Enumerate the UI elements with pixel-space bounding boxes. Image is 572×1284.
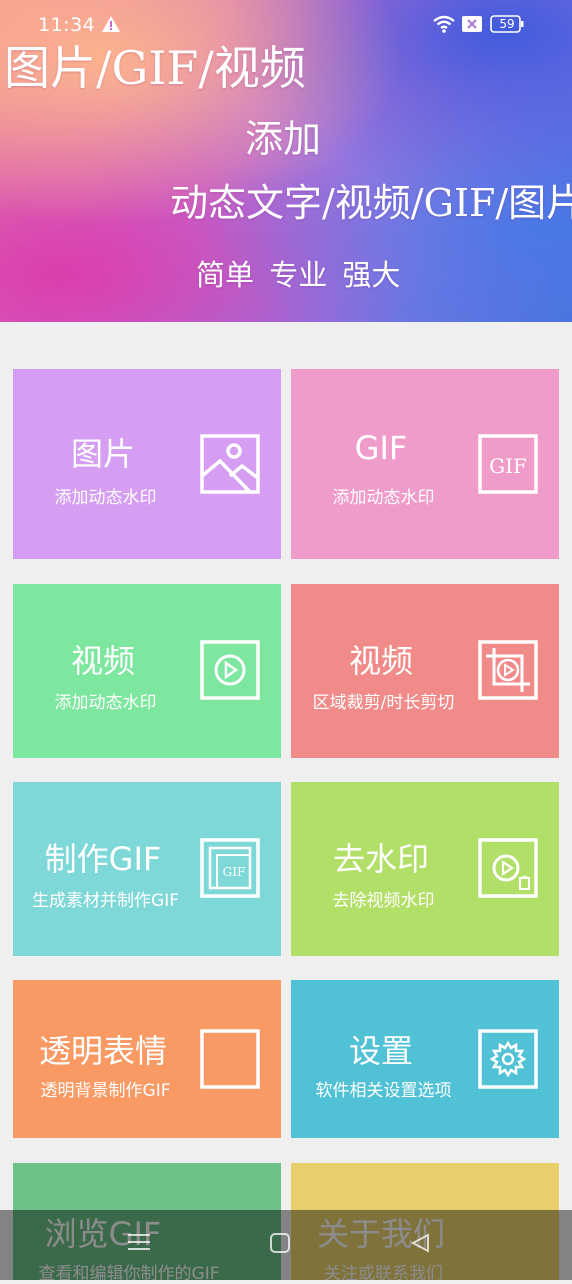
- battery-level: 59: [499, 17, 515, 31]
- tile-subtitle: 去除视频水印: [332, 891, 435, 911]
- tile-remove-watermark[interactable]: 去水印 去除视频水印: [291, 782, 559, 956]
- tile-subtitle: 添加动态水印: [332, 488, 435, 508]
- tile-subtitle: 生成素材并制作GIF: [32, 891, 179, 911]
- tile-title: 视频: [348, 642, 413, 680]
- banner-line-2: 添加: [245, 117, 322, 161]
- header-banner: 11:34 59 图片/GIF/视频 添加 动态文字/视频/GIF/图片 简单 …: [0, 0, 572, 322]
- square-icon: [200, 1029, 260, 1089]
- svg-text:GIF: GIF: [489, 454, 527, 478]
- banner-line-3: 动态文字/视频/GIF/图片: [170, 181, 572, 225]
- tile-video-crop[interactable]: 视频 区域裁剪/时长剪切: [291, 584, 559, 758]
- gear-icon: [478, 1029, 538, 1089]
- tile-image-watermark[interactable]: 图片 添加动态水印: [13, 369, 281, 559]
- wifi-icon: [433, 15, 455, 33]
- tile-subtitle: 添加动态水印: [54, 488, 157, 508]
- warning-icon: [102, 16, 120, 32]
- no-sim-icon: [462, 16, 482, 32]
- image-icon: [200, 434, 260, 494]
- tile-gif-watermark[interactable]: GIF 添加动态水印 GIF: [291, 369, 559, 559]
- tile-title: GIF: [354, 429, 408, 467]
- tile-settings[interactable]: 设置 软件相关设置选项: [291, 980, 559, 1138]
- tile-video-watermark[interactable]: 视频 添加动态水印: [13, 584, 281, 758]
- tile-make-gif[interactable]: 制作GIF 生成素材并制作GIF GIF: [13, 782, 281, 956]
- gif-icon: GIF: [478, 434, 538, 494]
- remove-watermark-icon: [478, 838, 538, 898]
- tile-title: 图片: [70, 435, 135, 473]
- tile-title: 制作GIF: [44, 840, 162, 878]
- menu-icon[interactable]: [128, 1233, 150, 1251]
- tile-title: 视频: [70, 642, 135, 680]
- tile-subtitle: 添加动态水印: [54, 693, 157, 713]
- tile-subtitle: 区域裁剪/时长剪切: [312, 693, 455, 713]
- tile-subtitle: 软件相关设置选项: [315, 1081, 452, 1101]
- tile-title: 透明表情: [38, 1032, 167, 1070]
- tile-title: 设置: [348, 1032, 413, 1070]
- back-icon[interactable]: [410, 1233, 430, 1253]
- banner-line-1: 图片/GIF/视频: [4, 41, 306, 95]
- svg-text:GIF: GIF: [223, 865, 246, 879]
- banner-line-4: 简单 专业 强大: [196, 258, 401, 292]
- home-icon[interactable]: [270, 1233, 290, 1253]
- crop-play-icon: [478, 640, 538, 700]
- tile-title: 去水印: [332, 840, 429, 878]
- play-icon: [200, 640, 260, 700]
- tile-subtitle: 透明背景制作GIF: [40, 1081, 171, 1101]
- tile-transparent-sticker[interactable]: 透明表情 透明背景制作GIF: [13, 980, 281, 1138]
- make-gif-icon: GIF: [200, 838, 260, 898]
